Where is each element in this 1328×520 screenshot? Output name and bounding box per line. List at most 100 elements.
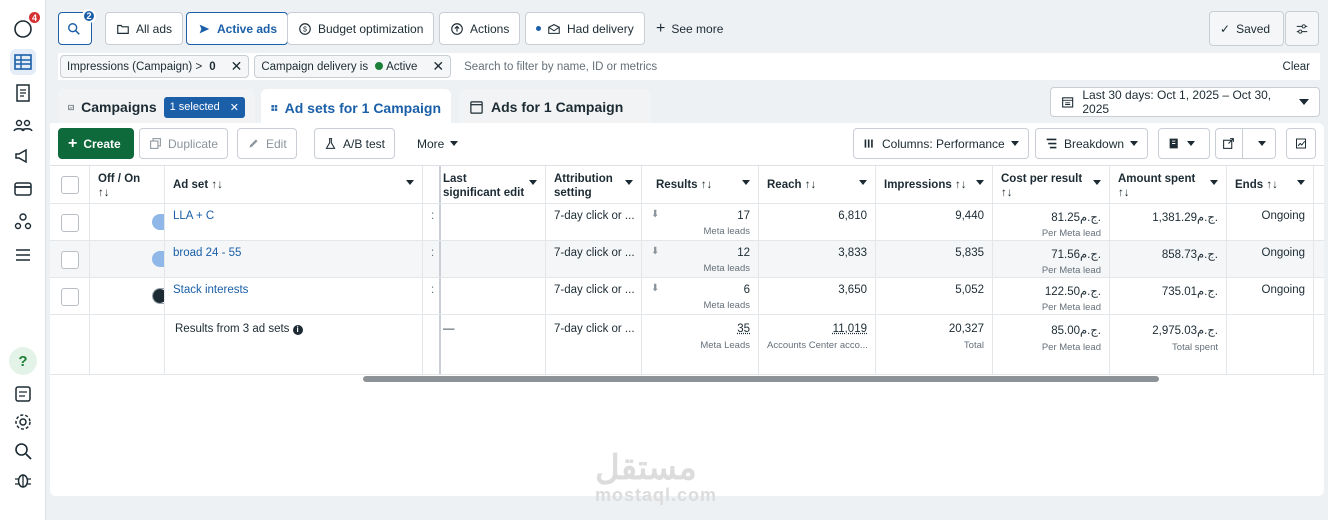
horizontal-scrollbar[interactable] [363,376,1159,382]
delivery-filter-chip[interactable]: Campaign delivery is Active ✕ [254,55,452,78]
chevron-down-icon [1257,141,1266,146]
header-results[interactable]: Results ↑↓ [642,166,759,203]
selected-pill[interactable]: 1 selected ✕ [163,96,245,118]
active-ads-label: Active ads [217,21,278,36]
date-range-picker[interactable]: Last 30 days: Oct 1, 2025 – Oct 30, 2025 [1050,87,1320,117]
summary-reach-value[interactable]: 11,019 [833,323,867,335]
adset-name-link[interactable]: Stack interests [165,278,423,314]
menu-icon[interactable] [10,242,36,268]
row-checkbox[interactable] [61,214,79,232]
ads-manager-table-icon[interactable] [10,49,36,75]
chart-icon [1296,138,1306,149]
clear-filters-link[interactable]: Clear [1283,61,1310,73]
filter-search-input[interactable]: Search to filter by name, ID or metrics [464,61,1277,73]
filter-settings-button[interactable] [1285,11,1319,46]
summary-impressions-value: 20,327 [948,323,984,335]
header-offon[interactable]: Off / On ↑↓ [90,166,165,203]
row-reach: 3,833 [759,241,876,277]
close-icon[interactable]: ✕ [230,101,239,114]
audiences-icon[interactable] [10,112,36,138]
row-cost: 71.56ج.م. Per Meta lead [993,241,1110,277]
close-icon[interactable]: ✕ [424,58,444,75]
columns-button[interactable]: Columns: Performance [853,128,1029,159]
edit-button[interactable]: Edit [237,128,297,159]
header-last-edit[interactable]: Last significant edit [435,166,546,203]
header-attribution[interactable]: Attribution setting [546,166,642,203]
notifications-icon[interactable]: 4 [10,10,42,42]
sort-icon: ↑↓ [211,179,223,191]
bug-report-icon[interactable] [10,467,36,493]
row-checkbox[interactable] [61,251,79,269]
header-adset[interactable]: Ad set ↑↓ [165,166,423,203]
header-cost[interactable]: Cost per result ↑↓ [993,166,1110,203]
table-row[interactable]: LLA + C : 7-day click or ... ⬇ 17 Meta lea… [50,204,1324,241]
row-toggle-cell [90,241,165,277]
charts-button[interactable] [1286,128,1316,159]
more-button[interactable]: More [408,128,468,159]
row-checkbox[interactable] [61,288,79,306]
status-dot-icon [536,26,541,31]
row-results: ⬇ 6 Meta leads [642,278,759,314]
chevron-down-icon [450,141,459,146]
delivery-toggle[interactable] [152,288,164,304]
see-more-button[interactable]: + See more [656,12,723,45]
header-results-label: Results [656,179,698,191]
adset-name-link[interactable]: LLA + C [165,204,423,240]
adset-name-link[interactable]: broad 24 - 55 [165,241,423,277]
delivery-toggle[interactable] [152,214,164,230]
search-icon[interactable] [10,438,36,464]
billing-card-icon[interactable] [10,176,36,202]
duplicate-button[interactable]: Duplicate [139,128,229,159]
actions-button[interactable]: Actions [439,12,521,45]
had-delivery-button[interactable]: Had delivery [525,12,645,45]
summary-amount-sub: Total spent [1172,342,1218,353]
header-reach[interactable]: Reach ↑↓ [759,166,876,203]
export-button[interactable] [1215,128,1276,159]
chevron-down-icon [976,180,984,185]
info-icon[interactable]: i [292,325,303,335]
guide-icon[interactable] [10,381,36,407]
watermark-latin: mostaql.com [595,485,718,505]
settings-gear-icon[interactable] [10,409,36,435]
active-ads-button[interactable]: Active ads [186,12,289,45]
search-button[interactable]: 2 [58,9,96,45]
close-icon[interactable]: ✕ [223,58,243,75]
sort-icon: ↑↓ [954,179,967,191]
help-icon[interactable]: ? [9,347,37,375]
duplicate-icon [150,138,161,149]
svg-text:$: $ [303,26,307,33]
summary-results-value[interactable]: 35 [737,323,750,335]
reports-icon[interactable] [10,80,36,106]
saved-button[interactable]: ✓ Saved [1209,11,1284,46]
header-impressions[interactable]: Impressions ↑↓ [876,166,993,203]
impressions-filter-chip[interactable]: Impressions (Campaign) > 0 ✕ [60,55,250,78]
select-all-checkbox[interactable] [61,176,79,194]
tab-ads[interactable]: Ads for 1 Campaign [459,89,651,125]
budget-optimization-button[interactable]: $ Budget optimization [287,12,435,45]
summary-last-edit: — [435,315,546,374]
tab-campaigns[interactable]: Campaigns 1 selected ✕ [58,89,255,125]
table-header-row: Off / On ↑↓ Ad set ↑↓ Last significant ed… [50,166,1324,204]
download-icon: ⬇ [651,209,660,220]
header-amount[interactable]: Amount spent ↑↓ [1110,166,1227,203]
breakdown-button[interactable]: Breakdown [1035,128,1149,159]
header-ends[interactable]: Ends ↑↓ [1227,166,1314,203]
top-filter-bar: 2 All ads Active ads $ Budget optimizati… [58,9,1328,46]
create-button[interactable]: + Create [58,128,134,159]
campaign-megaphone-icon[interactable] [10,143,36,169]
chevron-down-icon [742,180,750,185]
adsets-table: Off / On ↑↓ Ad set ↑↓ Last significant ed… [50,165,1324,375]
delivery-toggle[interactable] [152,251,164,267]
tab-adsets[interactable]: Ad sets for 1 Campaign [261,89,451,127]
table-row[interactable]: broad 24 - 55 : 7-day click or ... ⬇ 12 Me… [50,241,1324,278]
reports-dropdown-button[interactable] [1158,128,1210,159]
table-row[interactable]: Stack interests : 7-day click or ... ⬇ 6 M… [50,278,1324,315]
business-tools-icon[interactable] [10,208,36,234]
ab-test-button[interactable]: A/B test [314,128,396,159]
sort-icon: ↑↓ [1266,179,1278,191]
all-ads-button[interactable]: All ads [105,12,184,45]
row-toggle-cell [90,278,165,314]
chip-label: Campaign delivery is [261,60,369,73]
header-ends-label: Ends [1235,179,1264,191]
row-cost-sub: Per Meta lead [1041,228,1101,239]
